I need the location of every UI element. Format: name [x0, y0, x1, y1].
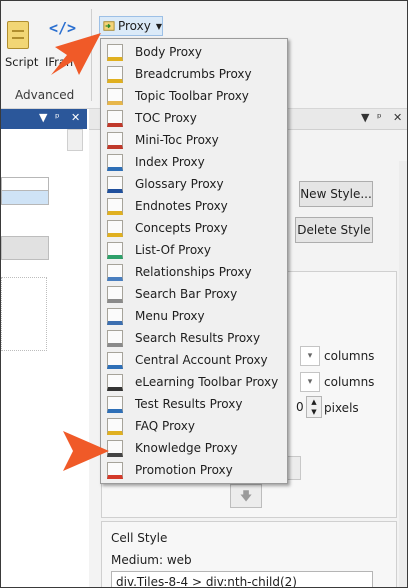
callout-arrow-bottom [63, 431, 109, 471]
advanced-group-label: Advanced [15, 88, 75, 102]
endnotes-proxy-icon [107, 197, 123, 215]
glossary-proxy-icon [107, 175, 123, 193]
mini-toc-proxy-icon [107, 131, 123, 149]
relationships-proxy-icon [107, 263, 123, 281]
proxy-menu-item[interactable]: Relationships Proxy [101, 261, 287, 283]
left-panel-scroll-button[interactable] [67, 129, 83, 151]
proxy-menu-item[interactable]: Index Proxy [101, 151, 287, 173]
proxy-menu-item[interactable]: Mini-Toc Proxy [101, 129, 287, 151]
proxy-menu-item[interactable]: Topic Toolbar Proxy [101, 85, 287, 107]
proxy-menu-item-label: Topic Toolbar Proxy [135, 89, 249, 103]
right-panel-scrollbar[interactable] [399, 161, 407, 587]
proxy-menu-item[interactable]: Promotion Proxy [101, 459, 287, 481]
proxy-menu-item-label: Search Results Proxy [135, 331, 261, 345]
proxy-menu-item-label: Index Proxy [135, 155, 205, 169]
toc-proxy-icon [107, 109, 123, 127]
concepts-proxy-icon [107, 219, 123, 237]
application-window: Script </> IFrame Advanced Proxy ▼ ▼ ᵖ ✕ [0, 0, 408, 588]
left-panel-preview-area [1, 277, 47, 351]
test-results-proxy-icon [107, 395, 123, 413]
proxy-menu-item[interactable]: Test Results Proxy [101, 393, 287, 415]
proxy-menu-item[interactable]: Central Account Proxy [101, 349, 287, 371]
proxy-label: Proxy [117, 19, 151, 33]
proxy-menu-item[interactable]: Search Results Proxy [101, 327, 287, 349]
proxy-menu-item-label: Endnotes Proxy [135, 199, 228, 213]
proxy-menu-item-label: Relationships Proxy [135, 265, 252, 279]
proxy-menu: Body Proxy Breadcrumbs Proxy Topic Toolbar… [100, 38, 288, 484]
chevron-down-icon: ▼ [155, 21, 162, 31]
right-panel-close-icon[interactable]: ✕ [393, 111, 402, 124]
elearning-toolbar-proxy-icon [107, 373, 123, 391]
proxy-menu-item-label: Central Account Proxy [135, 353, 268, 367]
proxy-menu-item[interactable]: eLearning Toolbar Proxy [101, 371, 287, 393]
columns-unit-2: columns [324, 375, 375, 389]
proxy-menu-item[interactable]: Menu Proxy [101, 305, 287, 327]
proxy-menu-item-label: Mini-Toc Proxy [135, 133, 219, 147]
proxy-menu-item-label: Test Results Proxy [135, 397, 243, 411]
proxy-menu-item-label: eLearning Toolbar Proxy [135, 375, 279, 389]
new-style-button[interactable]: New Style... [299, 181, 373, 207]
arrow-down-icon: 🡇 [239, 489, 253, 503]
search-bar-proxy-icon [107, 285, 123, 303]
left-panel-row-selected[interactable] [1, 190, 49, 205]
proxy-menu-item-label: FAQ Proxy [135, 419, 195, 433]
proxy-menu-item-label: Body Proxy [135, 45, 202, 59]
breadcrumbs-proxy-icon [107, 65, 123, 83]
proxy-dropdown-button[interactable]: Proxy ▼ [99, 16, 163, 36]
proxy-menu-item-label: List-Of Proxy [135, 243, 211, 257]
proxy-menu-item[interactable]: Knowledge Proxy [101, 437, 287, 459]
proxy-menu-item-label: Promotion Proxy [135, 463, 233, 477]
medium-label: Medium: web [111, 553, 192, 567]
proxy-menu-item-label: Menu Proxy [135, 309, 205, 323]
proxy-menu-item[interactable]: Search Bar Proxy [101, 283, 287, 305]
script-icon [7, 21, 29, 49]
left-panel: ▼ ᵖ ✕ [1, 109, 87, 587]
cell-style-label: Cell Style [111, 531, 168, 545]
proxy-menu-item-label: Breadcrumbs Proxy [135, 67, 252, 81]
proxy-menu-item[interactable]: Endnotes Proxy [101, 195, 287, 217]
proxy-menu-item[interactable]: Glossary Proxy [101, 173, 287, 195]
proxy-menu-item-label: Search Bar Proxy [135, 287, 238, 301]
proxy-menu-item-label: TOC Proxy [135, 111, 197, 125]
proxy-menu-item-label: Glossary Proxy [135, 177, 224, 191]
proxy-menu-item[interactable]: FAQ Proxy [101, 415, 287, 437]
proxy-menu-item-label: Knowledge Proxy [135, 441, 238, 455]
move-down-button[interactable]: 🡇 [230, 484, 262, 508]
proxy-menu-item-label: Concepts Proxy [135, 221, 228, 235]
left-panel-dropdown-icon[interactable]: ▼ [39, 111, 47, 124]
proxy-menu-item[interactable]: List-Of Proxy [101, 239, 287, 261]
body-proxy-icon [107, 43, 123, 61]
columns-dropdown-1[interactable]: ▾ [300, 346, 320, 366]
left-panel-close-icon[interactable]: ✕ [71, 111, 80, 124]
script-label: Script [5, 55, 39, 69]
delete-style-button[interactable]: Delete Style [295, 217, 373, 243]
left-panel-pin-icon[interactable]: ᵖ [55, 111, 60, 124]
proxy-menu-item[interactable]: TOC Proxy [101, 107, 287, 129]
index-proxy-icon [107, 153, 123, 171]
proxy-menu-item[interactable]: Breadcrumbs Proxy [101, 63, 287, 85]
right-panel-dropdown-icon[interactable]: ▼ [361, 111, 369, 124]
menu-proxy-icon [107, 307, 123, 325]
proxy-menu-item[interactable]: Body Proxy [101, 41, 287, 63]
callout-arrow-top [51, 33, 101, 75]
search-results-proxy-icon [107, 329, 123, 347]
columns-dropdown-2[interactable]: ▾ [300, 372, 320, 392]
topic-toolbar-proxy-icon [107, 87, 123, 105]
columns-unit-1: columns [324, 349, 375, 363]
selector-field[interactable]: div.Tiles-8-4 > div:nth-child(2) [111, 571, 373, 587]
proxy-menu-item[interactable]: Concepts Proxy [101, 217, 287, 239]
spacing-input[interactable]: 0 [296, 400, 304, 414]
list-of-proxy-icon [107, 241, 123, 259]
left-panel-bar[interactable] [1, 236, 49, 260]
central-account-proxy-icon [107, 351, 123, 369]
spacing-stepper[interactable]: ▲ ▼ [306, 396, 322, 418]
pixels-unit: pixels [324, 401, 359, 415]
script-button[interactable]: Script [1, 1, 39, 81]
left-panel-title-bar: ▼ ᵖ ✕ [1, 109, 87, 129]
right-panel-pin-icon[interactable]: ᵖ [377, 111, 382, 124]
